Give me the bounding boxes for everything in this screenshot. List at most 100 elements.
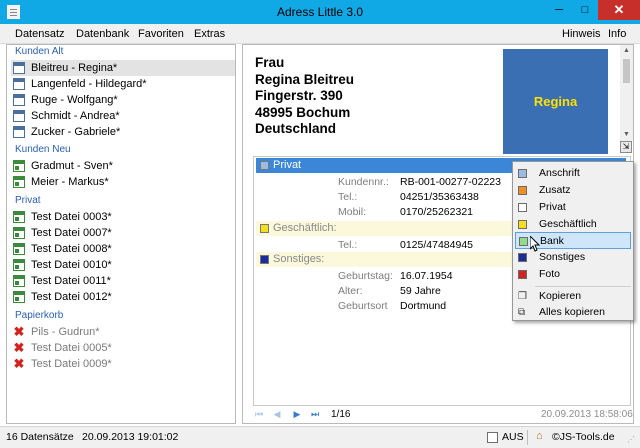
page-indicator: 1/16 [331,409,351,420]
card-icon [13,126,25,138]
list-item-label: Test Datei 0003* [31,211,112,223]
section-kunden-neu[interactable]: Kunden Neu [15,144,71,155]
last-record-icon[interactable]: ⏭ [309,409,321,419]
status-bar: 16 Datensätze 20.09.2013 19:01:02 AUS ⌂ … [0,426,640,448]
list-item[interactable]: Meier - Markus* [11,174,235,190]
list-item[interactable]: Test Datei 0012* [11,289,235,305]
field-value: 0125/47484945 [400,239,473,251]
next-record-icon[interactable]: ▶ [291,409,303,419]
color-swatch [518,253,527,262]
list-item[interactable]: Langenfeld - Hildegard* [11,76,235,92]
record-navigation: ⏮ ◀ ▶ ⏭ 1/16 20.09.2013 18:58:06 [243,405,633,423]
menu-item-label: Anschrift [539,167,580,179]
card-green-icon [13,176,25,188]
menu-item-label: Foto [539,268,561,280]
scroll-down-icon[interactable]: ▼ [620,129,633,141]
list-item[interactable]: Ruge - Wolfgang* [11,92,235,108]
list-item[interactable]: Gradmut - Sven* [11,158,235,174]
country: Deutschland [255,121,337,136]
list-item[interactable]: Test Datei 0010* [11,257,235,273]
card-icon [13,78,25,90]
card-green-icon [13,160,25,172]
copyright-link[interactable]: ©JS-Tools.de [552,431,615,443]
salutation: Frau [255,55,285,70]
mouse-cursor-icon [530,236,540,252]
copy-all-icon: ⧉ [518,307,526,318]
contact-photo[interactable]: Regina [503,49,608,154]
first-record-icon[interactable]: ⏮ [253,409,265,419]
card-green-icon [13,259,25,271]
list-item[interactable]: Test Datei 0008* [11,241,235,257]
menu-item-foto[interactable]: Foto [515,266,631,283]
scroll-thumb[interactable] [623,59,630,83]
menu-extras[interactable]: Extras [194,28,225,40]
status-separator [527,430,528,445]
list-item-label: Bleitreu - Regina* [31,62,118,74]
list-item[interactable]: ✖ Test Datei 0005* [11,340,235,356]
list-item[interactable]: Schmidt - Andrea* [11,108,235,124]
field-value: 0170/25262321 [400,206,473,218]
field-label: Geburtstag: [338,270,393,282]
list-item-label: Test Datei 0007* [31,227,112,239]
card-green-icon [13,291,25,303]
field-label: Mobil: [338,206,367,218]
menu-item-label: Alles kopieren [539,306,605,318]
color-swatch [518,203,527,212]
menu-item-kopieren[interactable]: ❐ Kopieren [515,288,631,305]
field-value: RB-001-00277-02223 [400,176,501,188]
menu-datensatz[interactable]: Datensatz [15,28,65,40]
list-item[interactable]: ✖ Pils - Gudrun* [11,324,235,340]
scroll-up-icon[interactable]: ▲ [620,45,633,57]
expand-icon[interactable]: ⇲ [620,141,632,153]
menu-item-anschrift[interactable]: Anschrift [515,165,631,182]
resize-grip-icon[interactable]: ⋰ [627,435,635,444]
card-green-icon [13,227,25,239]
list-item[interactable]: Test Datei 0003* [11,209,235,225]
list-item-label: Pils - Gudrun* [31,326,100,338]
section-papierkorb[interactable]: Papierkorb [15,310,63,321]
delete-icon: ✖ [13,340,25,355]
menu-item-alles-kopieren[interactable]: ⧉ Alles kopieren [515,304,631,321]
menu-datenbank[interactable]: Datenbank [76,28,129,40]
address-scrollbar[interactable]: ▲ ▼ [620,45,633,141]
aus-checkbox[interactable] [487,432,498,443]
menu-favoriten[interactable]: Favoriten [138,28,184,40]
card-green-icon [13,211,25,223]
list-item-label: Test Datei 0009* [31,358,112,370]
card-green-icon [13,275,25,287]
close-button[interactable]: ✕ [598,0,640,20]
list-item[interactable]: Test Datei 0011* [11,273,235,289]
list-item-label: Ruge - Wolfgang* [31,94,118,106]
record-timestamp: 20.09.2013 18:58:06 [541,409,633,420]
color-swatch [519,237,528,246]
menu-item-zusatz[interactable]: Zusatz [515,182,631,199]
list-item-label: Schmidt - Andrea* [31,110,120,122]
section-privat[interactable]: Privat [15,195,41,206]
card-icon [13,62,25,74]
category-label: Geschäftlich: [273,222,337,234]
list-item[interactable]: Bleitreu - Regina* [11,60,235,76]
list-item[interactable]: ✖ Test Datei 0009* [11,356,235,372]
previous-record-icon[interactable]: ◀ [271,409,283,419]
menu-item-privat[interactable]: Privat [515,199,631,216]
list-item[interactable]: Zucker - Gabriele* [11,124,235,140]
title-bar: Adress Little 3.0 ─ □ ✕ [0,0,640,24]
menu-hinweis[interactable]: Hinweis [562,28,601,40]
menu-separator [535,286,631,287]
card-green-icon [13,243,25,255]
card-icon [13,110,25,122]
list-item[interactable]: Test Datei 0007* [11,225,235,241]
maximize-button[interactable]: □ [572,0,598,20]
section-kunden-alt[interactable]: Kunden Alt [15,46,63,57]
copy-icon: ❐ [518,291,527,302]
street: Fingerstr. 390 [255,88,343,103]
menu-item-label: Privat [539,201,566,213]
home-icon[interactable]: ⌂ [536,430,543,442]
minimize-button[interactable]: ─ [546,0,572,20]
menu-item-label: Bank [540,235,564,247]
field-label: Alter: [338,285,363,297]
menu-item-label: Kopieren [539,290,582,302]
menu-info[interactable]: Info [608,28,626,40]
menu-item-geschaeftlich[interactable]: Geschäftlich [515,216,631,233]
list-item-label: Test Datei 0011* [31,275,111,287]
